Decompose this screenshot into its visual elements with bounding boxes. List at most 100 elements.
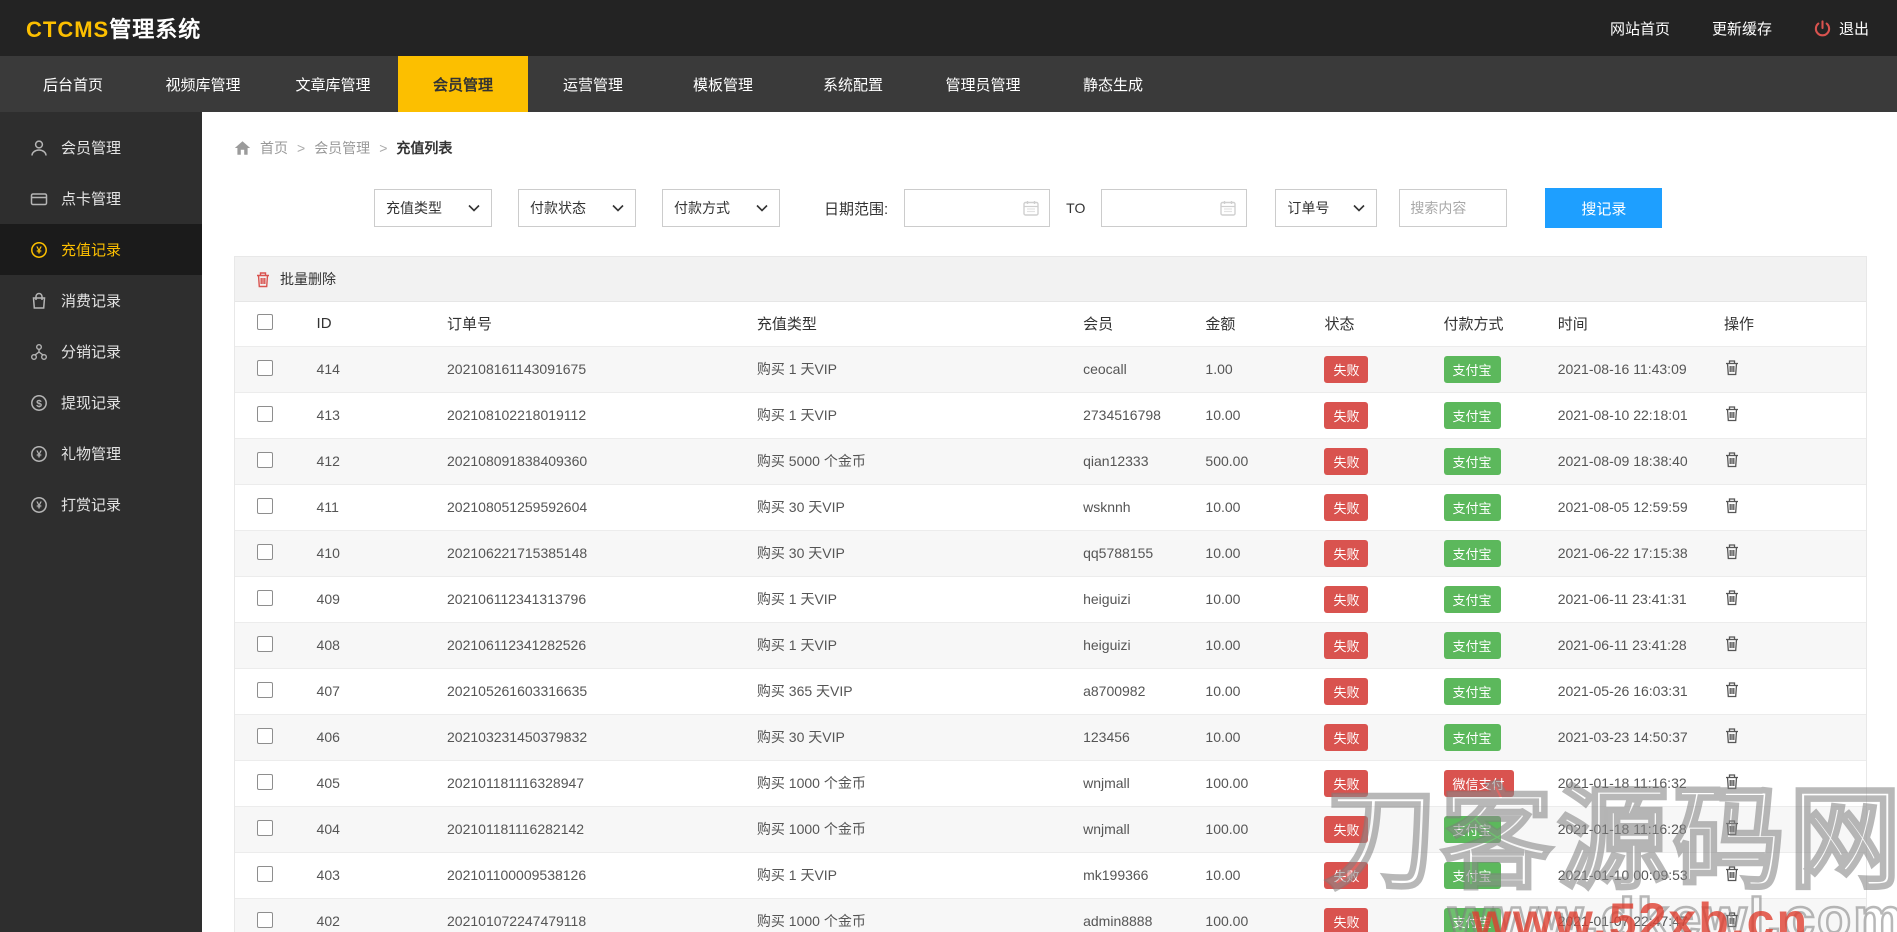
sidebar-item-6[interactable]: ¥ 礼物管理: [0, 428, 202, 479]
breadcrumb-separator: >: [379, 140, 388, 156]
cell-type: 购买 1 天VIP: [756, 576, 1084, 623]
svg-text:¥: ¥: [36, 449, 42, 460]
row-checkbox[interactable]: [257, 543, 273, 560]
card-icon: [30, 190, 48, 208]
svg-text:$: $: [36, 397, 42, 409]
row-checkbox[interactable]: [257, 589, 273, 606]
breadcrumb: 首页 > 会员管理 > 充值列表: [202, 112, 1897, 158]
trash-icon: [257, 271, 269, 287]
filter-select-0[interactable]: 充值类型: [374, 189, 492, 227]
topbar-link-site-home[interactable]: 网站首页: [1610, 18, 1670, 39]
topbar-link-logout[interactable]: 退出: [1814, 18, 1869, 39]
sidebar-item-0[interactable]: 会员管理: [0, 122, 202, 173]
status-badge: 失败: [1324, 631, 1369, 659]
row-checkbox[interactable]: [257, 451, 273, 468]
delete-row-button[interactable]: [1724, 359, 1740, 379]
cell-amount: 10.00: [1205, 530, 1325, 577]
cell-checkbox: [235, 622, 317, 669]
row-checkbox[interactable]: [257, 727, 273, 744]
delete-row-button[interactable]: [1724, 681, 1740, 701]
cell-pay-method: 支付宝: [1443, 530, 1558, 577]
date-start-input[interactable]: [904, 189, 1051, 227]
sidebar: 会员管理 点卡管理 ¥ 充值记录 消费记录 分销记录 $ 提现记录 ¥ 礼物管理 ¥ 打赏记录: [0, 112, 202, 932]
row-checkbox[interactable]: [257, 819, 273, 836]
search-button[interactable]: 搜记录: [1545, 188, 1663, 228]
delete-row-button[interactable]: [1724, 451, 1740, 471]
svg-text:¥: ¥: [36, 245, 42, 256]
delete-row-button[interactable]: [1724, 497, 1740, 517]
cell-order: 202101181116282142: [447, 806, 757, 853]
cell-order: 202106112341282526: [447, 622, 757, 669]
delete-row-button[interactable]: [1724, 635, 1740, 655]
delete-row-button[interactable]: [1724, 911, 1740, 931]
cell-status: 失败: [1324, 852, 1444, 899]
cell-time: 2021-08-10 22:18:01: [1557, 392, 1725, 439]
row-checkbox[interactable]: [257, 681, 273, 698]
nav-tab-2[interactable]: 文章库管理: [268, 56, 398, 112]
search-field-select[interactable]: 订单号: [1275, 189, 1378, 227]
cell-member: wsknnh: [1083, 484, 1206, 531]
delete-row-button[interactable]: [1724, 405, 1740, 425]
pay-method-badge: 支付宝: [1443, 585, 1501, 613]
cell-checkbox: [235, 576, 317, 623]
sidebar-item-3[interactable]: 消费记录: [0, 275, 202, 326]
date-end-input[interactable]: [1101, 189, 1248, 227]
nav-tab-1[interactable]: 视频库管理: [138, 56, 268, 112]
nav-tab-6[interactable]: 系统配置: [788, 56, 918, 112]
col-header-3: 充值类型: [756, 302, 1084, 347]
search-input[interactable]: [1399, 189, 1508, 227]
row-checkbox[interactable]: [257, 405, 273, 422]
breadcrumb-item-0[interactable]: 首页: [260, 138, 288, 158]
row-checkbox[interactable]: [257, 865, 273, 882]
nav-tab-8[interactable]: 静态生成: [1048, 56, 1178, 112]
cell-member: 123456: [1083, 714, 1206, 761]
status-badge: 失败: [1324, 493, 1369, 521]
status-badge: 失败: [1324, 585, 1369, 613]
cell-status: 失败: [1324, 392, 1444, 439]
cell-type: 购买 30 天VIP: [756, 530, 1084, 577]
col-header-2: 订单号: [447, 302, 757, 347]
nav-tab-4[interactable]: 运营管理: [528, 56, 658, 112]
cell-status: 失败: [1324, 898, 1444, 932]
cell-checkbox: [235, 806, 317, 853]
filter-select-2[interactable]: 付款方式: [662, 189, 780, 227]
delete-row-button[interactable]: [1724, 865, 1740, 885]
cell-amount: 100.00: [1205, 760, 1325, 807]
select-all-checkbox[interactable]: [257, 313, 273, 330]
delete-row-button[interactable]: [1724, 819, 1740, 839]
filter-select-1[interactable]: 付款状态: [518, 189, 636, 227]
bulk-delete-button[interactable]: 批量删除: [235, 257, 1866, 302]
row-checkbox[interactable]: [257, 497, 273, 514]
row-checkbox[interactable]: [257, 635, 273, 652]
cell-time: 2021-01-18 11:16:32: [1557, 760, 1725, 807]
app-logo: CTCMS管理系统: [26, 12, 201, 44]
cell-checkbox: [235, 714, 317, 761]
delete-row-button[interactable]: [1724, 727, 1740, 747]
topbar-link-refresh-cache[interactable]: 更新缓存: [1712, 18, 1772, 39]
row-checkbox[interactable]: [257, 773, 273, 790]
table-row: 412 202108091838409360 购买 5000 个金币 qian1233…: [235, 438, 1866, 485]
sidebar-item-2[interactable]: ¥ 充值记录: [0, 224, 202, 275]
delete-row-button[interactable]: [1724, 773, 1740, 793]
pay-method-badge: 支付宝: [1443, 861, 1501, 889]
sidebar-item-7[interactable]: ¥ 打赏记录: [0, 479, 202, 530]
sidebar-item-4[interactable]: 分销记录: [0, 326, 202, 377]
nav-tab-7[interactable]: 管理员管理: [918, 56, 1048, 112]
sidebar-item-1[interactable]: 点卡管理: [0, 173, 202, 224]
cell-order: 202108091838409360: [447, 438, 757, 485]
cell-time: 2021-06-11 23:41:28: [1557, 622, 1725, 669]
nav-tab-5[interactable]: 模板管理: [658, 56, 788, 112]
nav-tab-0[interactable]: 后台首页: [8, 56, 138, 112]
row-checkbox[interactable]: [257, 359, 273, 376]
breadcrumb-item-1[interactable]: 会员管理: [314, 138, 370, 158]
row-checkbox[interactable]: [257, 911, 273, 928]
sidebar-item-5[interactable]: $ 提现记录: [0, 377, 202, 428]
cell-member: mk199366: [1083, 852, 1206, 899]
table-row: 409 202106112341313796 购买 1 天VIP heiguizi 10…: [235, 576, 1866, 623]
delete-row-button[interactable]: [1724, 589, 1740, 609]
cell-status: 失败: [1324, 668, 1444, 715]
table-header-row: ID 订单号 充值类型 会员 金额 状态 付款方式 时间 操作: [235, 302, 1866, 347]
cell-actions: [1724, 714, 1866, 761]
nav-tab-3[interactable]: 会员管理: [398, 56, 528, 112]
delete-row-button[interactable]: [1724, 543, 1740, 563]
